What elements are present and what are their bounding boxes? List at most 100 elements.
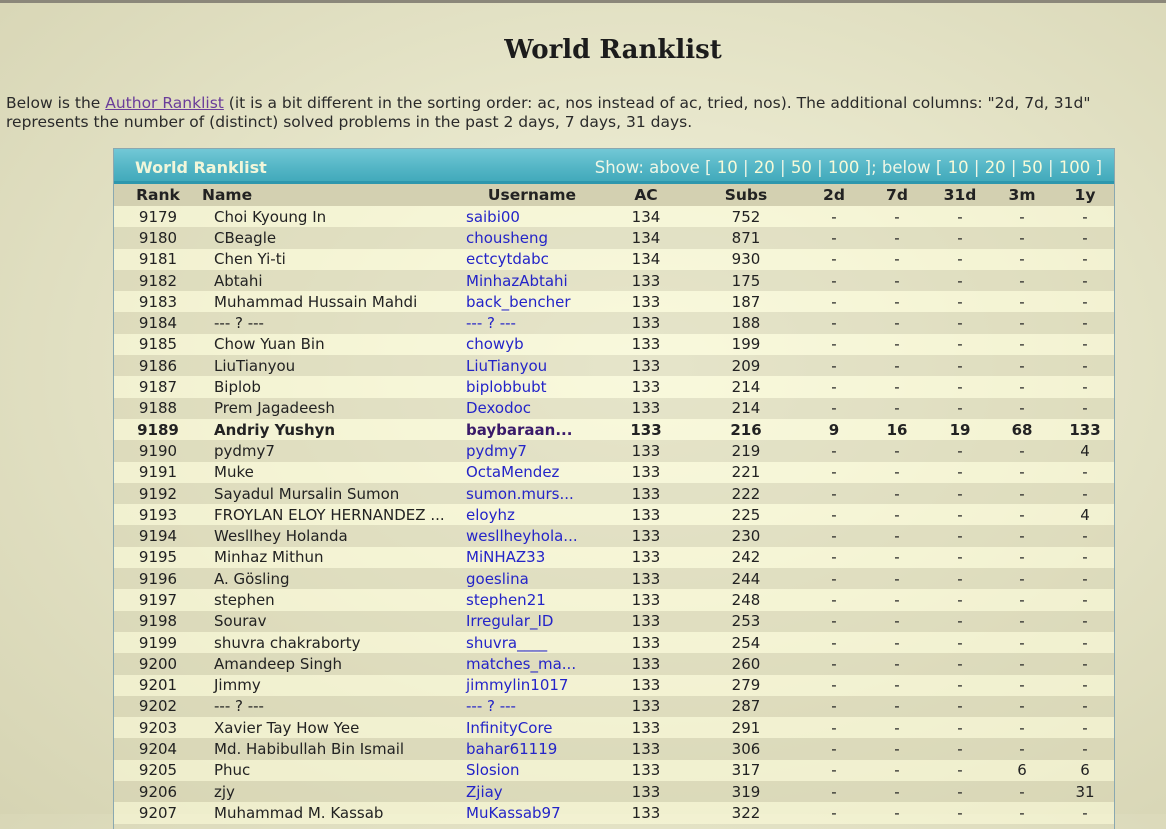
subs-cell: 188 (686, 312, 806, 334)
username-link[interactable]: Slosion (458, 759, 606, 782)
username-link[interactable]: MuKassab97 (458, 802, 606, 824)
below-20-link[interactable]: 20 (985, 158, 1006, 177)
table-row: 9204 Md. Habibullah Bin Ismail bahar61119 1… (114, 738, 1114, 760)
d7-cell: - (862, 717, 932, 739)
name-cell: Chow Yuan Bin (202, 333, 458, 356)
y1-cell: - (1056, 568, 1114, 590)
d31-cell: - (932, 376, 988, 398)
username-link[interactable]: back_bencher (458, 291, 606, 313)
col-1y: 1y (1056, 184, 1114, 206)
subs-cell: 248 (686, 589, 806, 611)
username-link[interactable]: jimmylin1017 (458, 674, 606, 696)
m3-cell: - (988, 504, 1056, 526)
rank-cell: 9201 (114, 674, 202, 696)
y1-cell: - (1056, 227, 1114, 249)
name-cell: Amandeep Singh (202, 653, 458, 675)
above-10-link[interactable]: 10 (717, 158, 738, 177)
d7-cell: - (862, 781, 932, 803)
above-100-link[interactable]: 100 (828, 158, 860, 177)
username-link[interactable]: biplobbubt (458, 376, 606, 398)
table-row: 9185 Chow Yuan Bin chowyb 133 199- - - - - (114, 333, 1114, 356)
ac-cell: 134 (606, 248, 686, 270)
username-link[interactable]: OctaMendez (458, 461, 606, 483)
above-50-link[interactable]: 50 (791, 158, 812, 177)
username-link[interactable]: Zjiay (458, 781, 606, 803)
d2-cell: - (806, 738, 862, 760)
username-link[interactable]: baybaraan... (458, 418, 606, 441)
table-header: Rank Name Username AC Subs 2d 7d 31d 3m … (114, 184, 1114, 206)
username-link[interactable]: saibi00 (458, 206, 606, 228)
m3-cell: - (988, 546, 1056, 569)
d31-cell: - (932, 312, 988, 334)
d7-cell: - (862, 461, 932, 483)
username-link[interactable]: wesllheyhola... (458, 525, 606, 547)
username-link[interactable]: LiuTianyou (458, 355, 606, 377)
username-link[interactable]: chowyb (458, 333, 606, 356)
username-link[interactable]: Dexodoc (458, 397, 606, 419)
username-link[interactable]: goeslina (458, 568, 606, 590)
subs-cell: 291 (686, 717, 806, 739)
y1-cell: - (1056, 610, 1114, 632)
d7-cell: - (862, 291, 932, 313)
name-cell: zjy (202, 781, 458, 803)
name-cell: Xavier Tay How Yee (202, 717, 458, 739)
d2-cell: - (806, 461, 862, 483)
username-link[interactable]: eloyhz (458, 504, 606, 526)
col-2d: 2d (806, 184, 862, 206)
rank-cell: 9202 (114, 695, 202, 718)
username-link[interactable]: Irregular_ID (458, 610, 606, 632)
m3-cell: - (988, 248, 1056, 270)
d2-cell: - (806, 440, 862, 462)
d31-cell: - (932, 546, 988, 569)
d2-cell: - (806, 291, 862, 313)
subs-cell: 287 (686, 695, 806, 718)
username-link[interactable]: stephen21 (458, 589, 606, 611)
username-link[interactable]: pydmy7 (458, 440, 606, 462)
intro-text: Below is the Author Ranklist (it is a bi… (6, 94, 1164, 132)
username-link[interactable]: MinhazAbtahi (458, 269, 606, 292)
rank-cell: 9186 (114, 355, 202, 377)
d2-cell: - (806, 631, 862, 654)
username-link[interactable]: InfinityCore (458, 717, 606, 739)
d31-cell: - (932, 759, 988, 782)
above-20-link[interactable]: 20 (754, 158, 775, 177)
ranklist-panel: World Ranklist Show: above [ 10 | 20 | 5… (113, 148, 1115, 829)
subs-cell: 175 (686, 269, 806, 292)
username-link[interactable]: sumon.murs... (458, 482, 606, 505)
d2-cell: - (806, 802, 862, 824)
username-link[interactable]: shuvra____ (458, 631, 606, 654)
name-cell: Prem Jagadeesh (202, 397, 458, 419)
name-cell: shuvra chakraborty (202, 631, 458, 654)
m3-cell: - (988, 206, 1056, 228)
y1-cell: - (1056, 312, 1114, 334)
d31-cell: - (932, 589, 988, 611)
below-50-link[interactable]: 50 (1022, 158, 1043, 177)
below-100-link[interactable]: 100 (1059, 158, 1091, 177)
rank-cell: 9199 (114, 631, 202, 654)
y1-cell: - (1056, 376, 1114, 398)
y1-cell: 31 (1056, 781, 1114, 803)
d31-cell: - (932, 525, 988, 547)
username-link[interactable]: MiNHAZ33 (458, 546, 606, 569)
m3-cell: - (988, 568, 1056, 590)
subs-cell: 221 (686, 461, 806, 483)
subs-cell: 260 (686, 653, 806, 675)
subs-cell: 279 (686, 674, 806, 696)
username-link[interactable]: ectcytdabc (458, 248, 606, 270)
table-row: 9179 Choi Kyoung In saibi00 134 752- - - - - (114, 206, 1114, 228)
m3-cell: - (988, 781, 1056, 803)
username-link[interactable]: bahar61119 (458, 738, 606, 760)
d2-cell: - (806, 397, 862, 419)
author-ranklist-link[interactable]: Author Ranklist (105, 94, 224, 112)
y1-cell: - (1056, 653, 1114, 675)
username-link[interactable]: --- ? --- (458, 695, 606, 718)
y1-cell: - (1056, 333, 1114, 356)
d31-cell: - (932, 504, 988, 526)
rank-cell: 9181 (114, 248, 202, 270)
username-link[interactable]: matches_ma... (458, 653, 606, 675)
username-link[interactable]: --- ? --- (458, 312, 606, 334)
col-31d: 31d (932, 184, 988, 206)
username-link[interactable]: chousheng (458, 227, 606, 249)
m3-cell: - (988, 291, 1056, 313)
below-10-link[interactable]: 10 (948, 158, 969, 177)
